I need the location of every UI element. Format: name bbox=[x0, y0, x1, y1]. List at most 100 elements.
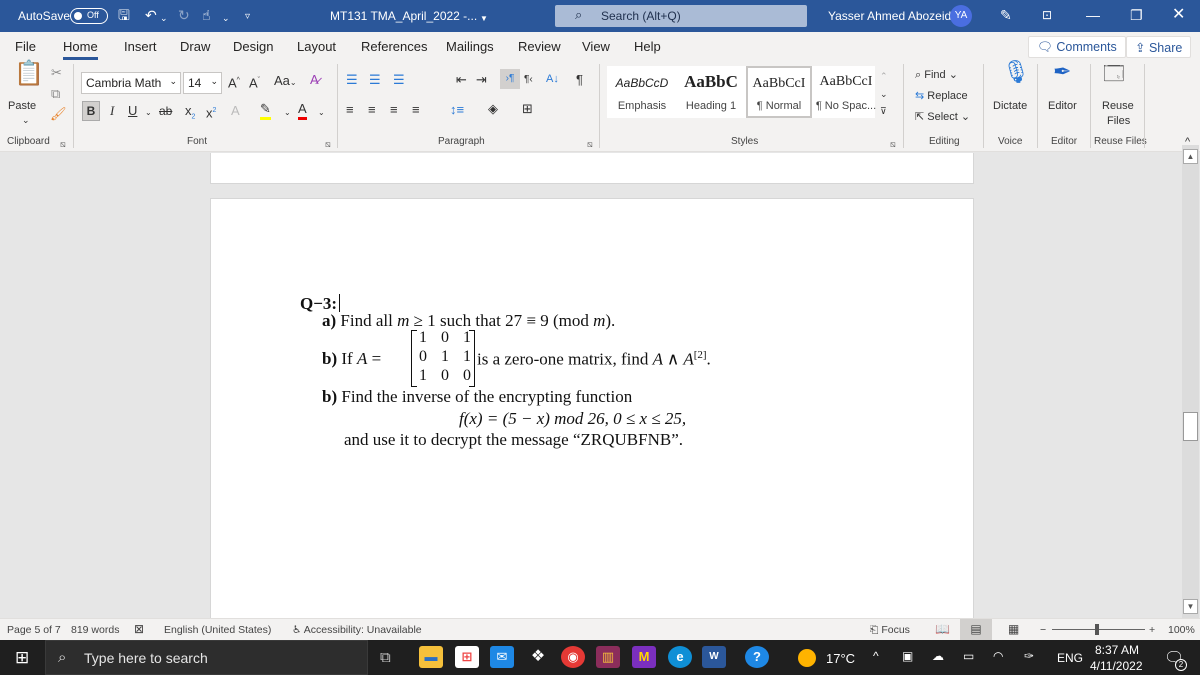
zoom-in-button[interactable]: + bbox=[1149, 624, 1155, 636]
styles-more-icon[interactable]: ⊽ bbox=[880, 103, 887, 119]
meet-now-icon[interactable]: ▣ bbox=[902, 649, 913, 663]
customize-qat-icon[interactable]: ▿ bbox=[245, 9, 250, 25]
share-button[interactable]: ⇪ Share bbox=[1126, 36, 1192, 58]
edge-icon[interactable]: e bbox=[668, 646, 692, 668]
ribbon-display-icon[interactable]: ⊡ bbox=[1042, 7, 1052, 23]
shrink-font-icon[interactable]: Aˇ bbox=[249, 73, 260, 91]
select-button[interactable]: ⇱ Select ⌄ bbox=[915, 109, 970, 125]
style-emphasis[interactable]: AaBbCcD Emphasis bbox=[607, 66, 677, 118]
line-spacing-icon[interactable]: ↕≡ bbox=[450, 102, 464, 118]
tab-help[interactable]: Help bbox=[634, 39, 661, 54]
format-painter-icon[interactable]: 🖌 bbox=[50, 106, 67, 122]
touch-mode-icon[interactable]: ☝ bbox=[202, 7, 211, 23]
tab-review[interactable]: Review bbox=[518, 39, 561, 54]
search-box[interactable]: ⌕ Search (Alt+Q) bbox=[555, 5, 807, 27]
increase-indent-icon[interactable]: ⇥ bbox=[476, 72, 487, 88]
sort-icon[interactable]: A↓ bbox=[546, 71, 559, 87]
accessibility-status[interactable]: ♿ Accessibility: Unavailable bbox=[292, 624, 422, 636]
tab-file[interactable]: File bbox=[15, 39, 36, 54]
align-left-icon[interactable]: ≡ bbox=[346, 102, 354, 118]
read-mode-icon[interactable]: 📖 bbox=[935, 622, 950, 636]
redo-icon[interactable]: ↻ bbox=[178, 7, 190, 23]
tab-mailings[interactable]: Mailings bbox=[446, 39, 494, 54]
zoom-out-button[interactable]: − bbox=[1040, 624, 1046, 636]
font-name-combo[interactable]: Cambria Math ⌄ bbox=[81, 72, 181, 94]
temperature[interactable]: 17°C bbox=[826, 651, 855, 666]
onedrive-icon[interactable]: ☁ bbox=[932, 649, 944, 663]
page-count[interactable]: Page 5 of 7 bbox=[7, 624, 61, 636]
grow-font-icon[interactable]: A^ bbox=[228, 73, 240, 91]
designer-icon[interactable]: ✎ bbox=[1000, 7, 1012, 23]
rtl-button[interactable]: ¶‹ bbox=[524, 72, 533, 88]
autosave-toggle[interactable]: Off bbox=[70, 8, 108, 24]
clock-time[interactable]: 8:37 AM bbox=[1095, 643, 1139, 657]
clock-date[interactable]: 4/11/2022 bbox=[1090, 659, 1143, 673]
web-layout-icon[interactable]: ▦ bbox=[1008, 622, 1019, 636]
language-status[interactable]: English (United States) bbox=[164, 624, 271, 636]
ltr-button[interactable]: ›¶ bbox=[500, 69, 520, 89]
tab-layout[interactable]: Layout bbox=[297, 39, 336, 54]
page-current[interactable]: Q−3: a) Find all m ≥ 1 such that 27 ≡ 9 … bbox=[210, 198, 974, 618]
borders-icon[interactable]: ⊞ bbox=[522, 101, 533, 117]
align-right-icon[interactable]: ≡ bbox=[390, 102, 398, 118]
taskbar-search[interactable]: ⌕ Type here to search bbox=[45, 640, 368, 675]
scroll-thumb[interactable] bbox=[1183, 412, 1198, 441]
comments-button[interactable]: 🗨 Comments bbox=[1028, 36, 1126, 58]
task-view-icon[interactable]: ⧉ bbox=[380, 649, 391, 666]
zoom-level[interactable]: 100% bbox=[1168, 624, 1195, 636]
print-layout-icon[interactable]: ▤ bbox=[960, 619, 992, 640]
user-name[interactable]: Yasser Ahmed Abozeid bbox=[828, 9, 951, 23]
store-icon[interactable]: ⊞ bbox=[455, 646, 479, 668]
input-language[interactable]: ENG bbox=[1057, 651, 1083, 665]
file-explorer-icon[interactable]: ▬ bbox=[419, 646, 443, 668]
undo-icon[interactable]: ↶ bbox=[145, 7, 157, 23]
microphone-icon[interactable]: 🎙 bbox=[1002, 61, 1030, 83]
clipboard-launcher-icon[interactable]: ⧅ bbox=[60, 136, 66, 152]
avatar[interactable]: YA bbox=[950, 5, 972, 27]
minimize-icon[interactable]: — bbox=[1086, 7, 1100, 23]
tab-references[interactable]: References bbox=[361, 39, 427, 54]
winrar-icon[interactable]: ▥ bbox=[596, 646, 620, 668]
document-title[interactable]: MT131 TMA_April_2022 -... bbox=[330, 9, 477, 23]
title-dropdown-icon[interactable]: ▼ bbox=[480, 11, 488, 27]
tab-draw[interactable]: Draw bbox=[180, 39, 210, 54]
subscript-button[interactable]: x2 bbox=[185, 103, 195, 126]
highlight-icon[interactable]: ✎ bbox=[260, 101, 271, 120]
shading-icon[interactable]: ◈ bbox=[488, 101, 498, 117]
editor-icon[interactable]: ✒ bbox=[1053, 61, 1071, 83]
restore-icon[interactable]: ❐ bbox=[1130, 7, 1143, 23]
proofing-icon[interactable]: ⊠ bbox=[134, 622, 144, 636]
paste-dropdown-icon[interactable]: ⌄ bbox=[22, 112, 30, 128]
superscript-button[interactable]: x2 bbox=[206, 103, 216, 121]
underline-dropdown-icon[interactable]: ⌄ bbox=[145, 105, 152, 121]
focus-button[interactable]: ⎗ Focus bbox=[870, 624, 910, 637]
reuse-files-icon[interactable]: 🗔 bbox=[1103, 64, 1125, 84]
find-button[interactable]: ⌕ Find ⌄ bbox=[915, 67, 958, 83]
change-case-button[interactable]: Aa⌄ bbox=[274, 73, 297, 91]
pen-icon[interactable]: ✑ bbox=[1024, 649, 1034, 663]
styles-launcher-icon[interactable]: ⧅ bbox=[890, 136, 896, 152]
styles-scroll-down-icon[interactable]: ⌄ bbox=[880, 86, 888, 102]
multilevel-list-icon[interactable]: ☰ bbox=[393, 72, 405, 88]
bullets-icon[interactable]: ☰ bbox=[346, 72, 358, 88]
mail-icon[interactable]: ✉ bbox=[490, 646, 514, 668]
scroll-up-button[interactable]: ▲ bbox=[1183, 149, 1198, 164]
undo-dropdown-icon[interactable]: ⌄ bbox=[160, 10, 168, 26]
tab-insert[interactable]: Insert bbox=[124, 39, 157, 54]
dictate-button[interactable]: Dictate bbox=[993, 98, 1027, 114]
font-color-dropdown-icon[interactable]: ⌄ bbox=[318, 105, 325, 121]
styles-scroll-up-icon[interactable]: ⌃ bbox=[880, 68, 888, 84]
reuse-files-button[interactable]: Reuse bbox=[1102, 98, 1134, 114]
close-icon[interactable]: ✕ bbox=[1172, 7, 1185, 23]
underline-button[interactable]: U bbox=[128, 103, 137, 119]
paragraph-launcher-icon[interactable]: ⧅ bbox=[587, 136, 593, 152]
font-color-icon[interactable]: A bbox=[298, 101, 307, 120]
font-launcher-icon[interactable]: ⧅ bbox=[325, 136, 331, 152]
windows-start-icon[interactable]: ⊞ bbox=[15, 648, 29, 668]
style-normal[interactable]: AaBbCcI ¶ Normal bbox=[746, 66, 812, 118]
italic-button[interactable]: I bbox=[110, 103, 114, 119]
style-no-spacing[interactable]: AaBbCcI ¶ No Spac... bbox=[813, 66, 879, 118]
copy-icon[interactable]: ⧉ bbox=[51, 86, 60, 102]
help-icon[interactable]: ? bbox=[745, 646, 769, 668]
editor-button[interactable]: Editor bbox=[1048, 98, 1077, 114]
